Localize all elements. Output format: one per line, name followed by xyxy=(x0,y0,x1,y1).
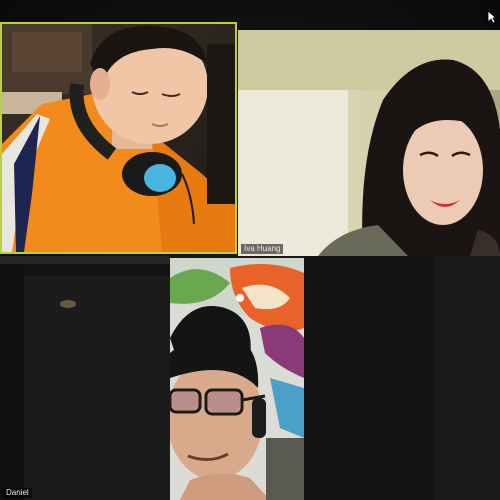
participant-video-man xyxy=(170,258,304,500)
empty-video-area xyxy=(304,256,500,500)
participant-video-tile[interactable]: Daniel xyxy=(0,256,170,500)
video-gallery: Iva Huang Daniel xyxy=(0,0,500,500)
participant-video-tile[interactable] xyxy=(170,258,304,500)
participant-video-iva xyxy=(238,30,500,256)
participant-video-tile[interactable]: Iva Huang xyxy=(238,30,500,256)
mouse-pointer-icon xyxy=(487,10,497,24)
participant-video-daniel xyxy=(0,256,170,500)
participant-video-tile-active[interactable] xyxy=(0,22,237,254)
participant-name-label: Iva Huang xyxy=(241,244,284,254)
empty-video-background xyxy=(304,256,500,500)
participant-video-boy xyxy=(2,24,235,252)
participant-name-label: Daniel xyxy=(3,488,32,498)
